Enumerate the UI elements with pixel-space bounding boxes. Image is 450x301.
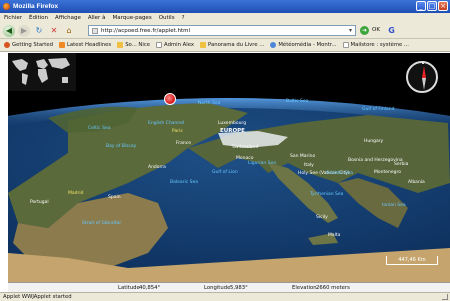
page-icon [92,27,98,34]
map-label-strait-of-gibraltar: Strait of Gibraltar [82,221,122,226]
world-minimap[interactable] [8,53,76,91]
status-text: Applet WWJApplet started [3,294,72,300]
longitude-label: Longitude [204,284,231,291]
url-text: http://acpoed.free.fr/applet.html [101,27,191,34]
map-label-san-marino: San Marino [290,154,316,159]
map-label-italy: Italy [304,163,314,168]
map-label-sicily: Sicily [316,215,328,220]
menu-view[interactable]: Affichage [55,15,81,21]
folder-icon [200,42,207,48]
elevation-value: 2660 meters [316,284,350,291]
bookmark-latest-headlines[interactable]: Latest Headlines [58,42,111,48]
map-label-spain: Spain [108,195,121,200]
map-label-albania: Albania [408,180,425,185]
map-label-adriatic-sea: Adriatic Sea [326,171,354,176]
compass-needle-north [422,66,426,78]
map-label-balearic-sea: Balearic Sea [170,180,199,185]
page-icon [156,42,163,48]
map-label-hungary: Hungary [364,139,384,144]
stop-button[interactable]: ✕ [48,25,60,37]
menu-bar: Fichier Édition Affichage Aller à Marque… [0,13,450,23]
bookmark-meteomedia[interactable]: Météomédia - Montr... [270,42,337,48]
map-label-europe: EUROPE [220,128,245,134]
map-label-gulf-of-finland: Gulf of Finland [362,107,395,112]
firefox-icon [3,3,10,10]
bookmark-getting-started[interactable]: Getting Started [4,42,53,48]
menu-edit[interactable]: Édition [29,15,48,21]
map-label-andorra: Andorra [148,165,166,170]
map-label-france: France [176,141,191,146]
map-label-gulf-of-lion: Gulf of Lion [212,170,238,175]
map-label-luxembourg: Luxembourg [218,121,247,126]
resize-grip-icon[interactable] [442,294,448,300]
browser-status-bar: Applet WWJApplet started [0,292,450,301]
map-label-portugal: Portugal [30,200,49,205]
title-bar: Mozilla Firefox _ □ × [0,0,450,13]
bookmark-mailstore[interactable]: Mailstore : système ... [342,42,409,48]
map-label-celtic-sea: Celtic Sea [88,126,111,131]
map-status-bar: Latitude 40,854° Longitude 5,983° Elevat… [8,282,450,292]
forward-button[interactable]: ▶ [18,24,30,37]
map-label-montenegro: Montenegro [374,170,402,175]
back-button[interactable]: ◀ [3,24,15,37]
map-label-north-sea: North Sea [198,101,221,106]
reload-button[interactable]: ↻ [33,25,45,37]
world-wind-applet[interactable]: North Sea English Channel Celtic Sea Bay… [8,53,450,292]
compass-needle-south [422,78,426,90]
menu-file[interactable]: Fichier [4,15,22,21]
bookmarks-toolbar: Getting Started Latest Headlines So... N… [0,39,450,52]
map-label-bay-of-biscay: Bay of Biscay [106,144,137,149]
map-label-paris: Paris [172,129,183,134]
bookmark-admin-alex[interactable]: Admin Alex [156,42,194,48]
page-icon [342,42,349,48]
go-button[interactable]: OK [372,27,380,33]
close-button[interactable]: × [438,1,448,11]
firefox-icon [4,42,10,48]
map-label-tyrrhenian-sea: Tyrrhenian Sea [310,192,344,197]
url-bar[interactable]: http://acpoed.free.fr/applet.html ▾ [88,25,356,36]
bookmark-so-nice[interactable]: So... Nice [117,42,150,48]
elevation-label: Elevation [292,284,317,291]
map-label-baltic-sea: Baltic Sea [286,99,309,104]
map-label-monaco: Monaco [236,156,254,161]
latitude-value: 40,854° [139,284,161,291]
map-label-madrid: Madrid [68,191,84,196]
window-title: Mozilla Firefox [13,3,59,10]
menu-bookmarks[interactable]: Marque-pages [112,15,151,21]
search-engine-icon[interactable]: G [386,25,397,36]
menu-go[interactable]: Aller à [88,15,106,21]
map-label-english-channel: English Channel [148,121,185,126]
map-label-switzerland: Switzerland [232,145,259,150]
scale-bar: 447,46 Km [386,256,438,265]
rss-icon [58,42,65,48]
map-label-ligurian-sea: Ligurian Sea [248,161,276,166]
location-marker[interactable] [164,93,176,105]
menu-help[interactable]: ? [182,15,185,21]
latitude-label: Latitude [118,284,140,291]
compass-north-tick [422,61,424,64]
globe-icon [270,42,277,48]
window-controls: _ □ × [416,1,448,11]
minimize-button[interactable]: _ [416,1,426,11]
map-label-malta: Malta [328,233,341,238]
menu-tools[interactable]: Outils [159,15,175,21]
navigation-toolbar: ◀ ▶ ↻ ✕ ⌂ http://acpoed.free.fr/applet.h… [0,23,450,39]
map-label-ionian-sea: Ionian Sea [382,203,406,208]
home-button[interactable]: ⌂ [63,25,75,37]
compass-icon[interactable] [406,61,438,93]
longitude-value: 5,983° [230,284,248,291]
url-dropdown-icon[interactable]: ▾ [346,26,355,35]
maximize-button[interactable]: □ [427,1,437,11]
bookmark-panorama[interactable]: Panorama du Livre ... [200,42,264,48]
map-label-serbia: Serbia [394,162,409,167]
go-icon[interactable]: ➜ [360,26,369,35]
folder-icon [117,42,124,48]
